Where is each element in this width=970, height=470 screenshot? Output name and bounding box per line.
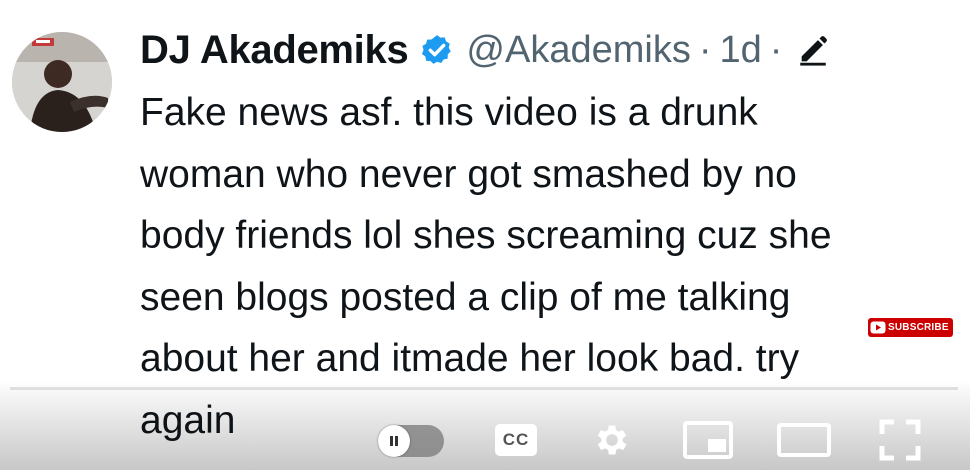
- author-handle[interactable]: @Akademiks: [466, 29, 690, 72]
- gear-icon: [597, 425, 627, 455]
- pencil-icon: [796, 33, 830, 67]
- subscribe-label: SUBSCRIBE: [888, 322, 949, 333]
- settings-button[interactable]: [588, 412, 636, 468]
- separator-dot: ·: [698, 28, 712, 71]
- tweet-header: DJ Akademiks @Akademiks · 1d ·: [140, 22, 830, 78]
- miniplayer-button[interactable]: [680, 412, 736, 468]
- tweet-line: Fake news asf. this video is a drunk: [140, 91, 758, 134]
- captions-label: CC: [502, 430, 530, 449]
- progress-bar[interactable]: [10, 387, 958, 390]
- post-time[interactable]: 1d: [719, 29, 761, 72]
- subscribe-button[interactable]: SUBSCRIBE: [868, 318, 953, 337]
- play-logo-icon: [870, 321, 886, 334]
- theater-mode-button[interactable]: [774, 412, 834, 468]
- verified-badge-icon: [420, 33, 454, 67]
- avatar[interactable]: [12, 32, 112, 132]
- autoplay-toggle[interactable]: [378, 425, 444, 457]
- fullscreen-button[interactable]: [874, 412, 926, 468]
- theater-mode-icon: [777, 423, 831, 457]
- tweet-line: body friends lol shes screaming cuz she: [140, 214, 832, 257]
- miniplayer-icon: [683, 421, 733, 459]
- captions-button[interactable]: CC: [490, 412, 542, 468]
- author-name[interactable]: DJ Akademiks: [140, 28, 409, 73]
- separator-dot-2: ·: [769, 28, 783, 71]
- tweet-line: seen blogs posted a clip of me talking: [140, 275, 791, 319]
- tweet-line: woman who never got smashed by no: [140, 152, 797, 196]
- pause-icon: [378, 425, 410, 457]
- player-controls: CC: [0, 412, 970, 470]
- avatar-image: [12, 32, 112, 132]
- fullscreen-icon: [879, 419, 921, 461]
